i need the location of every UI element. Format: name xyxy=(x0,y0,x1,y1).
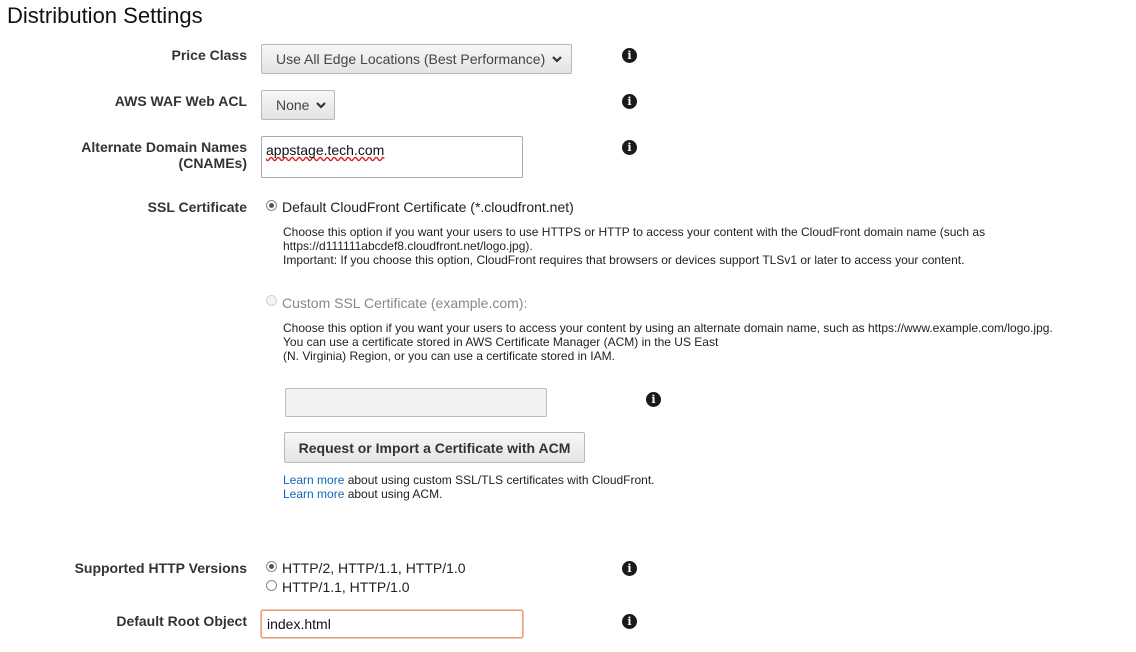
http-versions-label: Supported HTTP Versions xyxy=(74,560,247,576)
section-title: Distribution Settings xyxy=(7,3,203,28)
waf-label: AWS WAF Web ACL xyxy=(114,93,247,109)
ssl-default-desc-line2: https://d111111abcdef8.cloudfront.net/lo… xyxy=(283,239,533,253)
custom-certificate-input[interactable] xyxy=(285,388,547,417)
cnames-value: appstage.tech.com xyxy=(266,142,385,158)
info-icon[interactable]: i xyxy=(622,614,637,629)
learn-more-ssl-text: about using custom SSL/TLS certificates … xyxy=(344,473,655,487)
http11-option[interactable]: HTTP/1.1, HTTP/1.0 xyxy=(282,579,410,595)
ssl-custom-desc-line1: Choose this option if you want your user… xyxy=(283,321,1053,335)
learn-more-ssl-link[interactable]: Learn more xyxy=(283,473,344,487)
cnames-label-line2: (CNAMEs) xyxy=(178,155,247,171)
cnames-label-line1: Alternate Domain Names xyxy=(81,139,247,155)
info-icon[interactable]: i xyxy=(622,94,637,109)
ssl-default-radio[interactable] xyxy=(266,200,277,211)
price-class-select[interactable]: Use All Edge Locations (Best Performance… xyxy=(261,44,572,74)
cnames-textarea[interactable]: appstage.tech.com xyxy=(261,136,523,178)
waf-value: None xyxy=(276,97,310,113)
learn-more-acm-text: about using ACM. xyxy=(344,487,443,501)
ssl-custom-description: Choose this option if you want your user… xyxy=(283,321,1053,363)
http11-radio[interactable] xyxy=(266,580,277,591)
root-object-label: Default Root Object xyxy=(116,613,247,629)
ssl-default-desc-line1: Choose this option if you want your user… xyxy=(283,225,986,239)
learn-more-acm-link[interactable]: Learn more xyxy=(283,487,344,501)
ssl-custom-desc-line3: (N. Virginia) Region, or you can use a c… xyxy=(283,349,615,363)
request-acm-certificate-button[interactable]: Request or Import a Certificate with ACM xyxy=(284,432,585,463)
ssl-label: SSL Certificate xyxy=(147,199,247,215)
info-icon[interactable]: i xyxy=(646,392,661,407)
ssl-default-desc-line3: Important: If you choose this option, Cl… xyxy=(283,253,965,267)
info-icon[interactable]: i xyxy=(622,140,637,155)
chevron-down-icon xyxy=(552,56,563,63)
ssl-custom-option[interactable]: Custom SSL Certificate (example.com): xyxy=(282,295,527,311)
cnames-label: Alternate Domain Names (CNAMEs) xyxy=(0,139,247,171)
info-icon[interactable]: i xyxy=(622,48,637,63)
ssl-default-option[interactable]: Default CloudFront Certificate (*.cloudf… xyxy=(282,199,574,215)
ssl-custom-radio[interactable] xyxy=(266,295,277,306)
http2-option[interactable]: HTTP/2, HTTP/1.1, HTTP/1.0 xyxy=(282,560,466,576)
root-object-input[interactable]: index.html xyxy=(261,610,523,638)
chevron-down-icon xyxy=(316,102,327,109)
price-class-value: Use All Edge Locations (Best Performance… xyxy=(276,51,546,67)
waf-select[interactable]: None xyxy=(261,90,335,120)
http2-radio[interactable] xyxy=(266,561,277,572)
info-icon[interactable]: i xyxy=(622,561,637,576)
root-object-value: index.html xyxy=(267,616,331,632)
learn-more-ssl: Learn more about using custom SSL/TLS ce… xyxy=(283,473,655,487)
learn-more-acm: Learn more about using ACM. xyxy=(283,487,442,501)
ssl-custom-desc-line2: You can use a certificate stored in AWS … xyxy=(283,335,719,349)
ssl-default-description: Choose this option if you want your user… xyxy=(283,225,985,267)
price-class-label: Price Class xyxy=(171,47,248,63)
